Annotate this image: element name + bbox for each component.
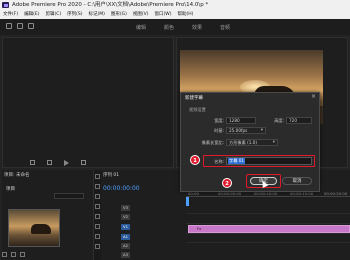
tools-panel (94, 170, 101, 260)
name-field-value[interactable]: 字幕 01 (228, 158, 246, 164)
track-divider (186, 233, 350, 234)
track-v1[interactable]: V1 (121, 224, 130, 230)
clip-fx-label: Fx (197, 226, 202, 231)
project-search-input[interactable] (54, 193, 84, 199)
project-bottom-toolbar (2, 252, 25, 257)
height-field[interactable]: 720 (286, 117, 312, 124)
ruler-label: 00:00:20:00 (324, 191, 348, 196)
project-tab[interactable]: 项目: 未命名 (4, 172, 29, 178)
hand-tool-icon[interactable] (95, 234, 100, 239)
playhead[interactable] (186, 197, 189, 206)
menu-help[interactable]: 帮助(H) (177, 10, 193, 19)
list-view-icon[interactable] (2, 252, 7, 257)
track-divider (186, 223, 350, 224)
timeline-timecode[interactable]: 00:00:00:00 (103, 185, 140, 192)
menu-window[interactable]: 窗口(W) (155, 10, 172, 19)
pixel-aspect-select[interactable]: 方形像素 (1.0) (226, 139, 278, 146)
timebase-label: 时基: (214, 128, 224, 133)
pixel-aspect-label: 像素长宽比: (201, 140, 224, 145)
step-forward-icon[interactable] (81, 160, 86, 165)
width-field[interactable]: 1280 (226, 117, 256, 124)
video-settings-heading: 视频设置 (189, 107, 206, 112)
tab-audio[interactable]: 音频 (220, 24, 230, 31)
track-a3[interactable]: A3 (121, 252, 130, 258)
step-2-badge: 2 (222, 178, 232, 188)
tab-edit[interactable]: 编辑 (136, 24, 146, 31)
menu-markers[interactable]: 标记(M) (89, 10, 105, 19)
title-bar: Adobe Premiere Pro 2020 - C:\用户\XX\文档\Ad… (0, 0, 350, 10)
new-item-icon[interactable] (20, 252, 25, 257)
track-select-tool-icon[interactable] (95, 184, 100, 189)
selection-tool-icon[interactable] (95, 174, 100, 179)
close-icon[interactable]: × (311, 94, 316, 100)
tab-color[interactable]: 颜色 (164, 24, 174, 31)
export-icon[interactable] (28, 23, 34, 29)
track-v3[interactable]: V3 (121, 205, 130, 211)
timebase-select[interactable]: 25.00fps (226, 127, 266, 134)
menu-edit[interactable]: 编辑(E) (24, 10, 39, 19)
timeline-clip[interactable]: Fx (188, 225, 350, 233)
timeline-tab[interactable]: 序列 01 (103, 172, 119, 178)
project-name: 项目 (6, 187, 15, 192)
workspace-bar: 编辑 颜色 效果 音频 (0, 19, 350, 35)
project-clip-thumbnail[interactable] (8, 209, 60, 247)
width-label: 宽度: (214, 118, 224, 123)
dialog-title: 新建字幕 (185, 96, 203, 101)
menu-file[interactable]: 文件(F) (3, 10, 18, 19)
premiere-app-icon (2, 2, 9, 8)
import-icon[interactable] (17, 23, 23, 29)
source-monitor (2, 37, 174, 168)
menu-clip[interactable]: 剪辑(C) (45, 10, 61, 19)
slip-tool-icon[interactable] (95, 214, 100, 219)
pen-tool-icon[interactable] (95, 224, 100, 229)
track-divider (186, 242, 350, 243)
menu-view[interactable]: 视图(V) (133, 10, 149, 19)
menu-bar: 文件(F) 编辑(E) 剪辑(C) 序列(S) 标记(M) 图形(G) 视图(V… (0, 10, 350, 19)
razor-tool-icon[interactable] (95, 204, 100, 209)
mark-in-icon[interactable] (30, 160, 35, 165)
step-1-badge: 1 (190, 155, 200, 165)
step-back-icon[interactable] (47, 160, 52, 165)
track-divider (186, 213, 350, 214)
height-label: 高度: (274, 118, 284, 123)
menu-sequence[interactable]: 序列(S) (67, 10, 82, 19)
tab-effects[interactable]: 效果 (192, 24, 202, 31)
elephant-thumbnail (31, 224, 51, 234)
cancel-button[interactable]: 取消 (282, 177, 312, 185)
home-icon[interactable] (6, 23, 12, 29)
source-transport-controls (30, 160, 86, 166)
window-title: Adobe Premiere Pro 2020 - C:\用户\XX\文档\Ad… (12, 2, 209, 8)
track-a1[interactable]: A1 (121, 234, 130, 240)
menu-graphics[interactable]: 图形(G) (111, 10, 127, 19)
track-v2[interactable]: V2 (121, 214, 130, 220)
ripple-edit-tool-icon[interactable] (95, 194, 100, 199)
track-a2[interactable]: A2 (121, 243, 130, 249)
play-icon[interactable] (64, 160, 69, 166)
type-tool-icon[interactable] (95, 244, 100, 249)
icon-view-icon[interactable] (11, 252, 16, 257)
